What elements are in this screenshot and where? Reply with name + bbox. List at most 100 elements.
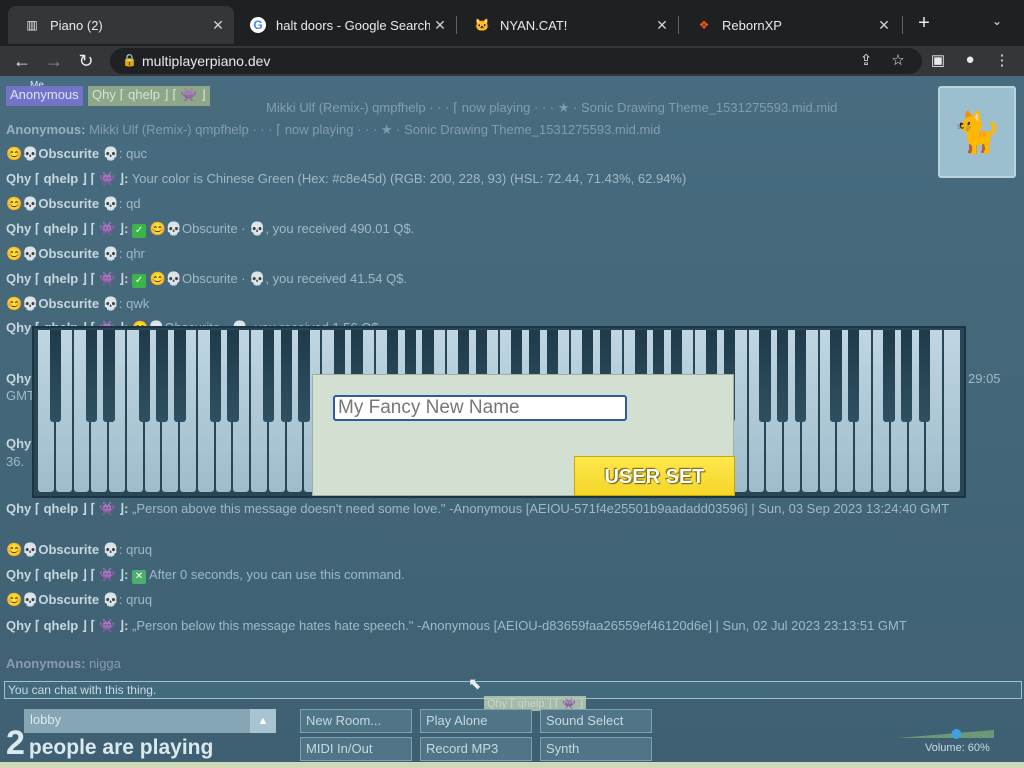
lock-icon: 🔒 (122, 53, 137, 67)
tab-piano[interactable]: ▥ Piano (2) ✕ (8, 6, 234, 44)
tab-google-search[interactable]: G halt doors - Google Search ✕ (234, 6, 456, 44)
black-key[interactable] (298, 330, 310, 422)
reload-icon[interactable]: ↻ (75, 50, 97, 72)
chat-author: 😊💀Obscurite (6, 196, 100, 211)
participant-name-badge[interactable]: Qhy ⌈ qhelp ⌋ ⌈ 👾 ⌋ (88, 86, 210, 106)
chat-author: Qhy ⌈ qhelp ⌋ ⌈ 👾 ⌋: (6, 567, 129, 582)
close-tab-icon[interactable]: ✕ (430, 17, 450, 34)
black-key[interactable] (830, 330, 842, 422)
browser-toolbar: ← → ↻ 🔒 multiplayerpiano.dev ⇪ ☆ ▣ ● ⋮ (0, 46, 1024, 76)
black-key[interactable] (209, 330, 221, 422)
chat-author: Qhy ⌈ qhelp ⌋ ⌈ 👾 ⌋: (6, 221, 129, 236)
chat-author: 😊💀Obscurite (6, 296, 100, 311)
black-key[interactable] (883, 330, 895, 422)
chat-text: nigga (89, 656, 121, 671)
people-count: 2 people are playing (6, 724, 214, 762)
black-key[interactable] (901, 330, 913, 422)
chat-author: 😊💀Obscurite (6, 592, 100, 607)
rename-dialog: USER SET (312, 374, 735, 496)
chat-message: Qhy ⌈ qhelp ⌋ ⌈ 👾 ⌋: ✓ 😊💀Obscurite · 💀, … (6, 271, 407, 288)
cat-favicon-icon: 🐱 (474, 18, 490, 32)
chat-message: Anonymous: nigga (6, 656, 121, 671)
check-icon: ✓ (132, 224, 147, 238)
tab-title: RebornXP (722, 17, 782, 33)
new-tab-icon[interactable]: + (914, 12, 934, 35)
tab-title: halt doors - Google Search (276, 17, 430, 33)
chat-message: 😊💀Obscurite 💀: qruq (6, 542, 152, 558)
new-room-button[interactable]: New Room... (300, 709, 412, 733)
black-key[interactable] (759, 330, 771, 422)
self-name-badge[interactable]: Anonymous (6, 86, 83, 106)
chat-text: After 0 seconds, you can use this comman… (148, 567, 405, 582)
chat-text: 💀: qd (102, 196, 141, 211)
black-key[interactable] (262, 330, 275, 422)
chat-message: 😊💀Obscurite 💀: qruq (6, 592, 152, 608)
tab-rebornxp[interactable]: ❖ RebornXP ✕ (680, 6, 900, 44)
chat-fragment: Qhy (6, 371, 32, 386)
chat-author: Qhy ⌈ qhelp ⌋ ⌈ 👾 ⌋: (6, 501, 129, 516)
windows-favicon-icon: ❖ (698, 18, 710, 32)
black-key[interactable] (227, 330, 239, 422)
share-icon[interactable]: ⇪ (856, 51, 876, 69)
chat-message: Qhy ⌈ qhelp ⌋ ⌈ 👾 ⌋: „Person above this … (6, 500, 1016, 518)
name-input[interactable] (333, 395, 627, 421)
chat-text: Mikki Ulf (Remix-) qmpfhelp · · · ⌈ now … (266, 100, 838, 115)
chat-text: 😊💀Obscurite · 💀, you received 490.01 Q$. (149, 221, 415, 236)
volume-slider[interactable] (898, 728, 994, 740)
chat-message: Mikki Ulf (Remix-) qmpfhelp · · · ⌈ now … (266, 100, 837, 116)
menu-kebab-icon[interactable]: ⋮ (992, 51, 1012, 69)
chat-fragment: 36. (6, 454, 25, 469)
tab-separator (902, 16, 903, 34)
chevron-up-icon[interactable]: ▲ (250, 709, 276, 733)
close-tab-icon[interactable]: ✕ (874, 17, 894, 34)
black-key[interactable] (138, 330, 151, 422)
synth-button[interactable]: Synth (540, 737, 652, 761)
chevron-down-icon[interactable]: ⌄ (992, 14, 1002, 28)
chat-author: 😊💀Obscurite (6, 246, 100, 261)
volume-label: Volume: 60% (925, 742, 990, 754)
black-key[interactable] (50, 330, 62, 422)
record-mp3-button[interactable]: Record MP3 (420, 737, 532, 761)
black-key[interactable] (174, 330, 186, 422)
black-key[interactable] (847, 330, 860, 422)
black-key[interactable] (156, 330, 168, 422)
back-arrow-icon[interactable]: ← (11, 50, 33, 72)
chat-message: Qhy ⌈ qhelp ⌋ ⌈ 👾 ⌋: „Person below this … (6, 617, 1016, 635)
chat-message: Qhy ⌈ qhelp ⌋ ⌈ 👾 ⌋: ✕ After 0 seconds, … (6, 567, 405, 584)
chat-text: Your color is Chinese Green (Hex: #c8e45… (131, 171, 687, 186)
address-bar[interactable]: 🔒 multiplayerpiano.dev (110, 48, 922, 74)
chat-text: „Person above this message doesn't need … (132, 501, 950, 516)
black-key[interactable] (103, 330, 115, 422)
black-key[interactable] (777, 330, 789, 422)
chat-message: 😊💀Obscurite 💀: qhr (6, 246, 145, 262)
black-key[interactable] (918, 330, 931, 422)
mouse-cursor-icon: ⬉ (468, 676, 482, 693)
chat-text: Mikki Ulf (Remix-) qmpfhelp · · · ⌈ now … (89, 122, 661, 137)
profile-icon[interactable]: ● (960, 51, 980, 68)
play-alone-button[interactable]: Play Alone (420, 709, 532, 733)
black-key[interactable] (85, 330, 97, 422)
midi-button[interactable]: MIDI In/Out (300, 737, 412, 761)
close-tab-icon[interactable]: ✕ (208, 17, 228, 34)
chat-message: Qhy ⌈ qhelp ⌋ ⌈ 👾 ⌋: Your color is Chine… (6, 171, 686, 187)
chat-author: 😊💀Obscurite (6, 542, 100, 557)
close-tab-icon[interactable]: ✕ (652, 17, 672, 34)
tab-title: NYAN.CAT! (500, 17, 568, 33)
forward-arrow-icon[interactable]: → (43, 50, 65, 72)
piano-favicon-icon: ▥ (26, 18, 38, 32)
user-set-button[interactable]: USER SET (574, 456, 735, 496)
chat-text: 💀: qruq (102, 542, 153, 557)
chat-message: Qhy ⌈ qhelp ⌋ ⌈ 👾 ⌋: ✓ 😊💀Obscurite · 💀, … (6, 221, 414, 238)
chat-text: 😊💀Obscurite · 💀, you received 41.54 Q$. (149, 271, 408, 286)
black-key[interactable] (794, 330, 807, 422)
chat-message: 😊💀Obscurite 💀: qwk (6, 296, 149, 312)
tab-nyan-cat[interactable]: 🐱 NYAN.CAT! ✕ (458, 6, 678, 44)
chat-author: 😊💀Obscurite (6, 146, 100, 161)
bookmark-star-icon[interactable]: ☆ (888, 51, 908, 69)
black-key[interactable] (280, 330, 292, 422)
chat-text: „Person below this message hates hate sp… (132, 618, 907, 633)
side-panel-icon[interactable]: ▣ (928, 51, 948, 69)
chat-message: 😊💀Obscurite 💀: qd (6, 196, 141, 212)
chat-text: 💀: qhr (102, 246, 145, 261)
sound-select-button[interactable]: Sound Select (540, 709, 652, 733)
